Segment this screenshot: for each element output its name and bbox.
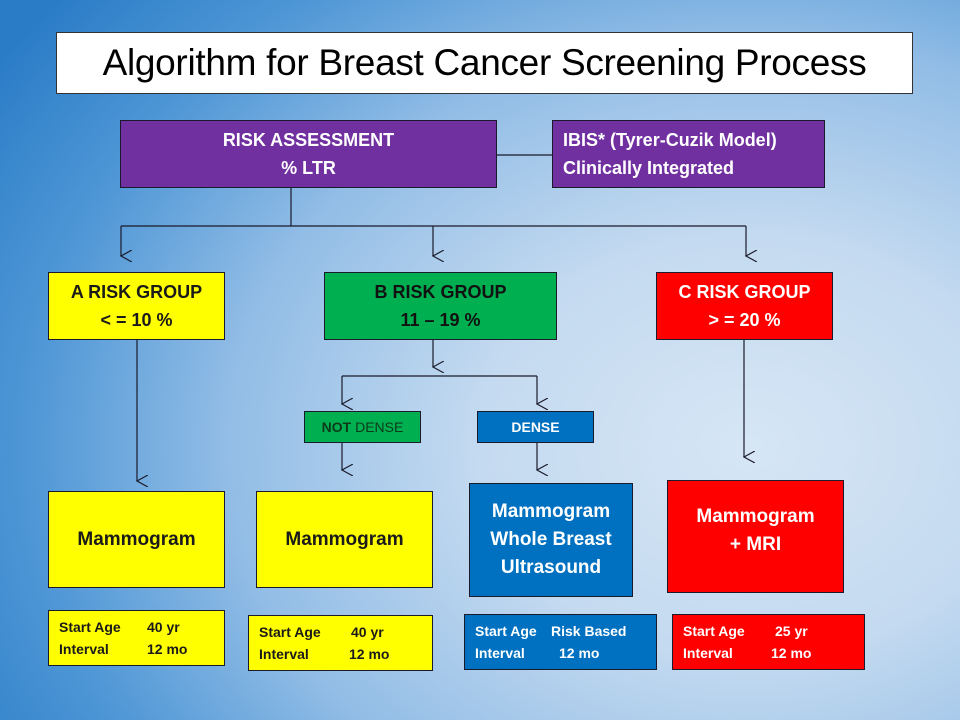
risk-group-c-label: C RISK GROUP <box>678 282 811 302</box>
screening-b-not-dense-method: Mammogram <box>285 528 404 550</box>
risk-assessment-label: RISK ASSESSMENT <box>222 130 395 150</box>
schedule-b-not-dense-interval-value: 12 mo <box>349 646 390 662</box>
risk-assessment-metric: % LTR <box>281 158 336 178</box>
risk-group-b-label: B RISK GROUP <box>374 282 507 302</box>
screening-b-dense-method-1: Mammogram <box>491 501 611 522</box>
screening-c-method-1: Mammogram <box>696 506 815 527</box>
schedule-b-not-dense-start-age-label: Start Age <box>259 624 321 640</box>
schedule-c-interval-label: Interval <box>683 645 733 661</box>
schedule-c-box: Start Age 25 yr Interval 12 mo <box>672 614 865 670</box>
schedule-a-interval-label: Interval <box>59 641 109 657</box>
risk-assessment-box: RISK ASSESSMENT % LTR <box>120 120 497 188</box>
page-title: Algorithm for Breast Cancer Screening Pr… <box>56 32 913 94</box>
schedule-b-not-dense-start-age-value: 40 yr <box>351 624 384 640</box>
risk-group-a-label: A RISK GROUP <box>70 282 203 302</box>
schedule-b-dense-interval-value: 12 mo <box>559 645 600 661</box>
dense-label: DENSE <box>511 419 560 435</box>
screening-b-dense-box: Mammogram Whole Breast Ultrasound <box>469 483 633 597</box>
schedule-a-start-age-value: 40 yr <box>147 619 180 635</box>
screening-b-not-dense-box: Mammogram <box>256 491 433 588</box>
screening-c-method-2: + MRI <box>729 534 782 555</box>
not-dense-box: NOT DENSE <box>304 411 421 443</box>
screening-a-method: Mammogram <box>77 528 196 550</box>
page-title-text: Algorithm for Breast Cancer Screening Pr… <box>102 42 867 83</box>
risk-group-c-range: > = 20 % <box>708 310 781 330</box>
ibis-model-box: IBIS* (Tyrer-Cuzik Model) Clinically Int… <box>552 120 825 188</box>
schedule-b-not-dense-interval-label: Interval <box>259 646 309 662</box>
ibis-integration-label: Clinically Integrated <box>563 158 735 178</box>
screening-a-box: Mammogram <box>48 491 225 588</box>
schedule-b-dense-start-age-value: Risk Based <box>551 623 627 639</box>
risk-group-b-box: B RISK GROUP 11 – 19 % <box>324 272 557 340</box>
risk-group-c-box: C RISK GROUP > = 20 % <box>656 272 833 340</box>
schedule-b-not-dense-box: Start Age 40 yr Interval 12 mo <box>248 615 433 671</box>
schedule-c-start-age-value: 25 yr <box>775 623 808 639</box>
schedule-b-dense-interval-label: Interval <box>475 645 525 661</box>
risk-group-a-range: < = 10 % <box>100 310 173 330</box>
screening-b-dense-method-2: Whole Breast <box>490 529 612 550</box>
schedule-a-interval-value: 12 mo <box>147 641 188 657</box>
dense-box: DENSE <box>477 411 594 443</box>
ibis-model-label: IBIS* (Tyrer-Cuzik Model) <box>563 130 777 150</box>
screening-b-dense-method-3: Ultrasound <box>500 557 602 578</box>
schedule-b-dense-box: Start Age Risk Based Interval 12 mo <box>464 614 657 670</box>
schedule-c-start-age-label: Start Age <box>683 623 745 639</box>
not-dense-label-rest: DENSE <box>351 419 404 435</box>
schedule-c-interval-value: 12 mo <box>771 645 812 661</box>
risk-group-a-box: A RISK GROUP < = 10 % <box>48 272 225 340</box>
risk-group-b-range: 11 – 19 % <box>400 310 481 330</box>
schedule-b-dense-start-age-label: Start Age <box>475 623 537 639</box>
schedule-a-box: Start Age 40 yr Interval 12 mo <box>48 610 225 666</box>
screening-c-box: Mammogram + MRI <box>667 480 844 593</box>
not-dense-label-bold: NOT <box>321 419 352 435</box>
schedule-a-start-age-label: Start Age <box>59 619 121 635</box>
